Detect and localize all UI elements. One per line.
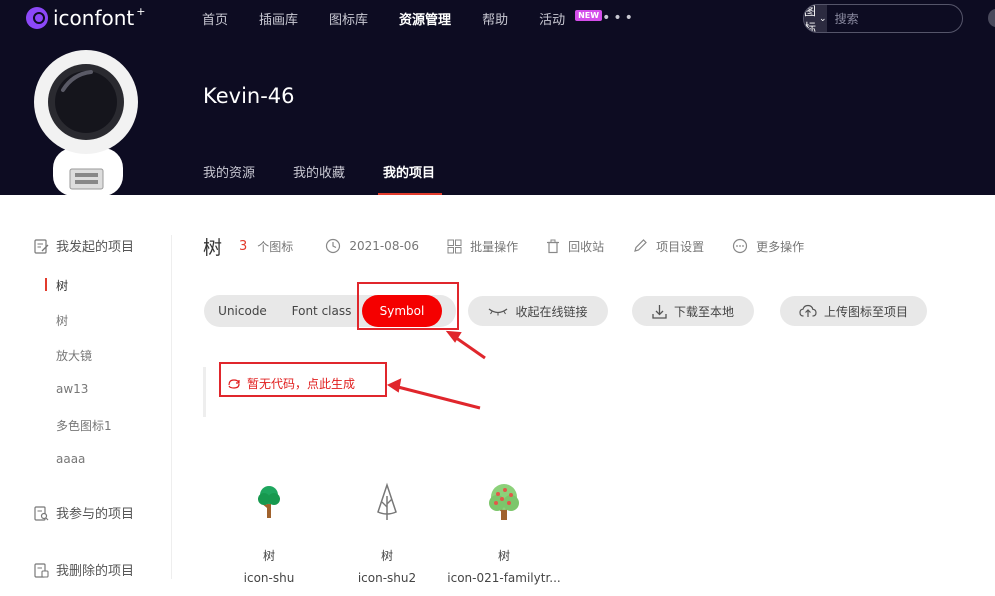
trash-icon [547,239,560,253]
batch-operation-button[interactable]: 批量操作 [447,238,518,255]
upload-icons-label: 上传图标至项目 [823,304,908,319]
sidebar-project-item[interactable]: 树 [56,312,68,329]
more-operations-label: 更多操作 [756,239,805,254]
tab-my-projects[interactable]: 我的项目 [378,162,443,195]
project-date: 2021-08-06 [325,238,419,254]
family-tree-icon [444,480,564,524]
batch-operation-label: 批量操作 [470,239,519,254]
project-date-label: 2021-08-06 [349,239,420,253]
nav-item-icon-library[interactable]: 图标库 [329,9,368,28]
iconfont-logo[interactable]: iconfont + [26,4,146,30]
more-nav-icon[interactable]: ••• [602,10,636,26]
annotation-box-symbol [357,282,459,330]
icon-name: 树 [497,549,510,563]
new-badge: NEW [575,9,603,21]
icon-code: icon-021-familytr... [447,571,561,585]
active-project-marker [45,278,47,291]
brand-name: iconfont [53,6,135,30]
profile-banner [0,36,995,195]
sidebar-project-item[interactable]: aw13 [56,382,88,396]
project-settings-label: 项目设置 [656,239,705,254]
sidebar-project-item[interactable]: aaaa [56,452,85,466]
icon-card[interactable]: 树 icon-021-familytr... [444,480,564,585]
closed-eye-icon [489,308,508,316]
brand-star: + [136,4,146,18]
tree-outline-icon [327,480,447,524]
icon-code: icon-shu [243,571,295,585]
profile-username: Kevin-46 [203,84,295,108]
project-settings-button[interactable]: 项目设置 [632,238,704,255]
main-nav: 首页 插画库 图标库 资源管理 帮助 活动 NEW ••• [202,0,636,36]
nav-item-events-label: 活动 [539,12,566,28]
icon-name: 树 [262,549,275,563]
mode-unicode[interactable]: Unicode [204,295,281,327]
icon-card[interactable]: 树 icon-shu2 [327,480,447,585]
nav-item-resource-management[interactable]: 资源管理 [399,9,451,28]
sidebar-project-item[interactable]: 多色图标1 [56,417,112,434]
code-area-border [203,367,206,417]
edit-doc-icon [34,238,49,254]
icon-count-label: 个图标 [257,239,294,254]
tree-round-icon [209,480,329,524]
logo-icon [26,7,48,29]
cloud-upload-icon [799,304,817,317]
collapse-online-link-label: 收起在线链接 [515,304,588,319]
astronaut-avatar [33,30,139,200]
collapse-online-link-button[interactable]: 收起在线链接 [468,296,608,326]
clock-icon [326,238,341,254]
user-avatar-icon[interactable] [988,9,995,27]
sidebar-group-initiated-label: 我发起的项目 [56,240,135,255]
icon-name: 树 [380,549,393,563]
chevron-down-icon: ⌄ [819,13,827,24]
icon-code: icon-shu2 [357,571,417,585]
annotation-box-generate [219,362,387,397]
download-local-button[interactable]: 下载至本地 [632,296,754,326]
mode-font-class[interactable]: Font class [281,295,362,327]
icon-card[interactable]: 树 icon-shu [209,480,329,585]
sidebar-group-joined-label: 我参与的项目 [56,507,135,522]
nav-item-events[interactable]: 活动 NEW [539,9,603,28]
sidebar-group-initiated[interactable]: 我发起的项目 [33,236,134,255]
project-title: 树 [203,236,223,259]
sidebar-project-item[interactable]: 放大镜 [56,347,92,364]
sidebar-group-deleted-label: 我删除的项目 [56,564,135,579]
pencil-icon [634,239,647,252]
tab-my-resources[interactable]: 我的资源 [203,162,255,195]
search-type-select[interactable]: 图标 ⌄ [804,5,827,32]
download-icon [652,304,667,319]
search-box: 图标 ⌄ [803,4,963,33]
nav-item-home[interactable]: 首页 [202,9,228,28]
recycle-bin-label: 回收站 [568,239,605,254]
deleted-doc-icon [34,562,49,578]
icon-count: 3 [239,238,248,254]
sidebar-divider [171,235,172,579]
search-doc-icon [34,505,49,521]
tab-my-favorites[interactable]: 我的收藏 [293,162,345,195]
sidebar-group-deleted[interactable]: 我删除的项目 [33,560,134,579]
recycle-bin-button[interactable]: 回收站 [546,238,604,255]
search-input[interactable] [826,5,962,32]
nav-item-help[interactable]: 帮助 [482,9,508,28]
sidebar-project-item[interactable]: 树 [56,277,68,294]
sidebar-group-joined[interactable]: 我参与的项目 [33,503,134,522]
more-operations-button[interactable]: 更多操作 [732,238,804,255]
grid-icon [447,239,462,253]
search-type-label: 图标 [804,4,817,33]
upload-icons-button[interactable]: 上传图标至项目 [780,296,927,326]
profile-tabs: 我的资源 我的收藏 我的项目 [203,162,473,195]
project-header: 树 3 个图标 2021-08-06 批量操作 回收站 项目设置 更多操作 [203,234,832,259]
nav-item-illustrations[interactable]: 插画库 [259,9,298,28]
download-local-label: 下载至本地 [673,304,734,319]
more-circle-icon [733,238,748,254]
top-navbar: iconfont + 首页 插画库 图标库 资源管理 帮助 活动 NEW •••… [0,0,995,36]
